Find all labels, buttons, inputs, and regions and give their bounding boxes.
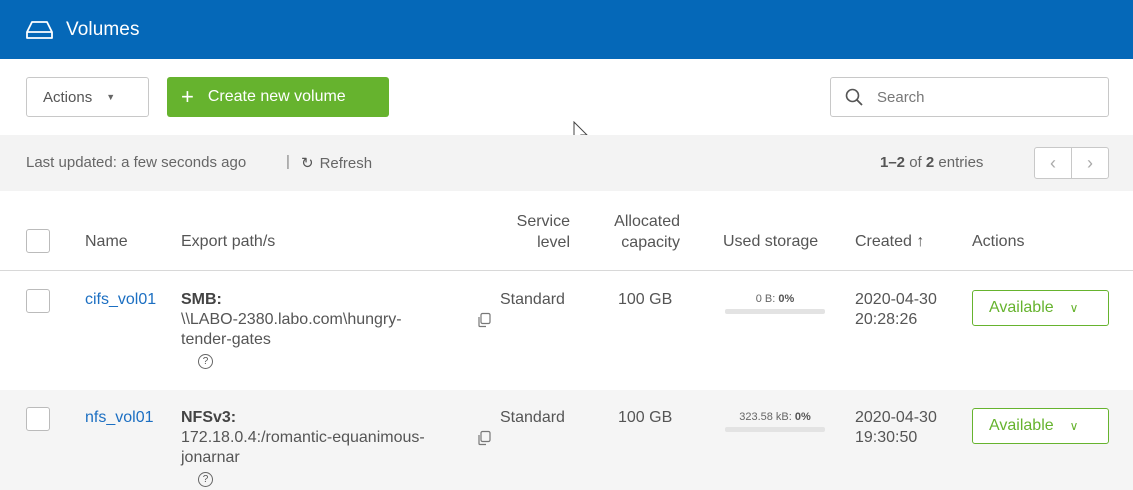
create-volume-button[interactable]: + Create new volume (167, 77, 389, 117)
col-name[interactable]: Name (85, 231, 128, 252)
used-percent: 0% (778, 293, 795, 305)
row-checkbox[interactable] (26, 407, 50, 431)
export-protocol: NFSv3: (181, 409, 237, 426)
status-dropdown-button[interactable]: Available ∨ (972, 290, 1109, 326)
refresh-icon: ↻ (301, 155, 314, 172)
prev-page-button[interactable]: ‹ (1035, 148, 1072, 178)
volume-name-link[interactable]: nfs_vol01 (85, 408, 154, 428)
chevron-left-icon: ‹ (1050, 152, 1056, 173)
status-bar: Last updated: a few seconds ago | ↻ Refr… (0, 135, 1133, 191)
used-storage-bar (725, 309, 825, 314)
select-all-checkbox[interactable] (26, 229, 50, 253)
plus-icon: + (181, 84, 194, 109)
col-alloc-line1: Allocated (614, 213, 680, 230)
volume-name-link[interactable]: cifs_vol01 (85, 290, 156, 310)
created-time: 19:30:50 (855, 429, 918, 446)
entries-of: of (909, 154, 922, 171)
used-amount: 0 B: (755, 293, 776, 305)
entries-count: 1–2 of 2 entries (880, 154, 983, 171)
entries-word: entries (938, 154, 984, 171)
row-checkbox[interactable] (26, 289, 50, 313)
used-amount: 323.58 kB: (739, 411, 792, 423)
entries-range: 1–2 (880, 154, 906, 171)
pagination: ‹ › (1034, 147, 1109, 179)
actions-dropdown-button[interactable]: Actions ▼ (26, 77, 149, 117)
table-header: Name Export path/s Service level Allocat… (0, 191, 1133, 271)
used-storage-bar (725, 427, 825, 432)
col-service-level[interactable]: Service level (490, 211, 570, 253)
col-actions: Actions (972, 233, 1025, 250)
export-path-line2: tender-gates (181, 331, 271, 348)
col-export-path[interactable]: Export path/s (181, 231, 275, 252)
col-used-storage[interactable]: Used storage (723, 231, 818, 252)
used-storage-text: 323.58 kB: 0% (725, 411, 825, 423)
col-created[interactable]: Created ↑ (855, 231, 924, 252)
export-protocol: SMB: (181, 291, 222, 308)
next-page-button[interactable]: › (1072, 148, 1108, 178)
refresh-label: Refresh (319, 154, 373, 172)
allocated-capacity: 100 GB (618, 409, 673, 426)
service-level: Standard (500, 409, 565, 426)
page-title: Volumes (66, 18, 140, 40)
used-percent: 0% (794, 411, 811, 423)
created-date: 2020-04-30 (855, 291, 937, 308)
search-icon (845, 88, 863, 106)
drive-icon (26, 20, 53, 39)
create-volume-label: Create new volume (207, 88, 346, 105)
chevron-right-icon: › (1087, 152, 1093, 173)
search-box[interactable] (830, 77, 1109, 117)
last-updated-text: Last updated: a few seconds ago (26, 154, 247, 171)
chevron-down-icon: ∨ (1069, 419, 1079, 433)
col-service-line2: level (537, 234, 570, 251)
created-time: 20:28:26 (855, 311, 918, 328)
table-row: nfs_vol01 NFSv3: 172.18.0.4:/romantic-eq… (0, 390, 1133, 490)
copy-icon[interactable] (476, 430, 492, 446)
page-header: Volumes (0, 0, 1133, 59)
caret-down-icon: ▼ (106, 92, 116, 102)
help-icon[interactable]: ? (198, 354, 213, 369)
status-label: Available (989, 417, 1054, 434)
used-storage-text: 0 B: 0% (725, 293, 825, 305)
col-allocated-capacity[interactable]: Allocated capacity (600, 211, 680, 253)
created-date: 2020-04-30 (855, 409, 937, 426)
export-path-line2: jonarnar (181, 449, 240, 466)
export-path-line1: 172.18.0.4:/romantic-equanimous- (181, 429, 425, 446)
chevron-down-icon: ∨ (1069, 301, 1079, 315)
copy-icon[interactable] (476, 312, 492, 328)
col-service-line1: Service (516, 213, 570, 230)
actions-label: Actions (43, 88, 93, 106)
search-input[interactable] (877, 88, 1097, 106)
export-path-line1: \\LABO-2380.labo.com\hungry- (181, 311, 402, 328)
help-icon[interactable]: ? (198, 472, 213, 487)
separator: | (286, 153, 290, 170)
refresh-button[interactable]: ↻ Refresh (301, 154, 373, 173)
entries-total: 2 (925, 154, 935, 171)
toolbar: Actions ▼ + Create new volume (0, 59, 1133, 135)
status-dropdown-button[interactable]: Available ∨ (972, 408, 1109, 444)
status-label: Available (989, 299, 1054, 316)
service-level: Standard (500, 291, 565, 308)
table-row: cifs_vol01 SMB: \\LABO-2380.labo.com\hun… (0, 272, 1133, 390)
allocated-capacity: 100 GB (618, 291, 673, 308)
col-alloc-line2: capacity (621, 234, 680, 251)
